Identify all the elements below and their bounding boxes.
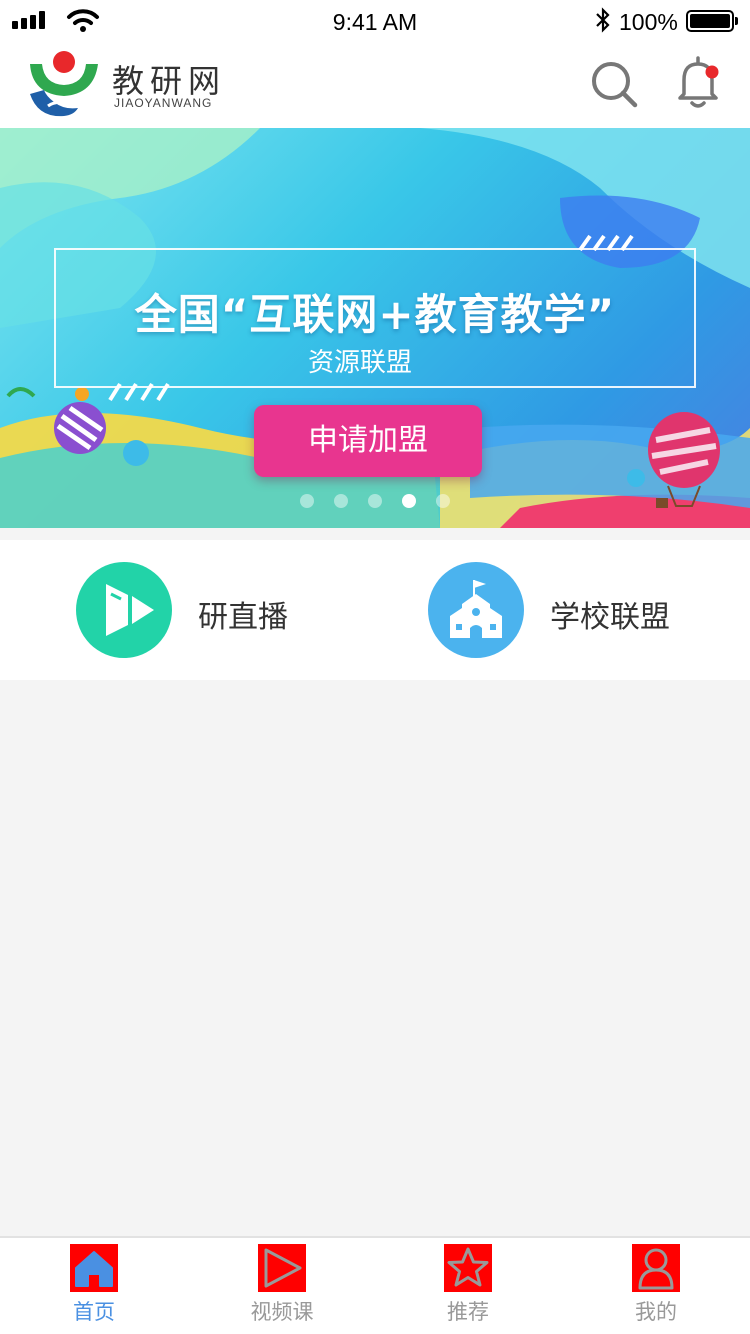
promo-banner[interactable]: 全国“互联网+教育教学” 资源联盟 申请加盟 [0, 128, 750, 528]
search-icon[interactable] [588, 58, 640, 110]
carousel-dot[interactable] [300, 494, 314, 508]
logo-subtext: JIAOYANWANG [114, 96, 213, 110]
app-logo[interactable]: 教研网 JIAOYANWANG [28, 50, 228, 118]
banner-subtitle: 资源联盟 [308, 348, 413, 378]
quick-entry-label: 研直播 [198, 600, 288, 635]
home-icon [70, 1244, 118, 1292]
carousel-dot[interactable] [334, 494, 348, 508]
tab-mine[interactable]: 我的 [596, 1238, 716, 1334]
status-bar: 9:41 AM 100% [0, 0, 750, 42]
quick-entry-school-alliance[interactable]: 学校联盟 [428, 562, 748, 658]
user-icon [632, 1244, 680, 1292]
play-icon [258, 1244, 306, 1292]
quick-entry-live[interactable]: 研直播 [76, 562, 396, 658]
tab-home[interactable]: 首页 [34, 1238, 154, 1334]
bluetooth-icon [596, 7, 610, 33]
quick-entries: 研直播 学校联盟 [0, 540, 750, 680]
tab-label: 推荐 [447, 1300, 489, 1324]
carousel-dot-active[interactable] [402, 494, 416, 508]
quick-entry-label: 学校联盟 [550, 600, 670, 635]
banner-title: 全国“互联网+教育教学” [134, 290, 616, 339]
live-play-icon [76, 562, 172, 658]
notification-dot [705, 65, 719, 79]
carousel-indicator[interactable] [0, 494, 750, 508]
logo-mark-icon [30, 51, 98, 117]
apply-join-button[interactable]: 申请加盟 [254, 405, 482, 477]
bottom-tab-bar: 首页 视频课 推荐 我的 [0, 1236, 750, 1334]
tab-recommend[interactable]: 推荐 [408, 1238, 528, 1334]
tab-label: 视频课 [250, 1300, 314, 1324]
tab-label: 我的 [635, 1300, 677, 1324]
bell-icon[interactable] [672, 54, 726, 112]
carousel-dot[interactable] [436, 494, 450, 508]
tab-video-course[interactable]: 视频课 [222, 1238, 342, 1334]
tab-label: 首页 [73, 1300, 115, 1324]
carousel-dot[interactable] [368, 494, 382, 508]
app-header: 教研网 JIAOYANWANG [0, 42, 750, 128]
star-icon [444, 1244, 492, 1292]
battery-percent: 100% [619, 9, 678, 35]
school-icon [428, 562, 524, 658]
battery-icon [686, 10, 738, 32]
